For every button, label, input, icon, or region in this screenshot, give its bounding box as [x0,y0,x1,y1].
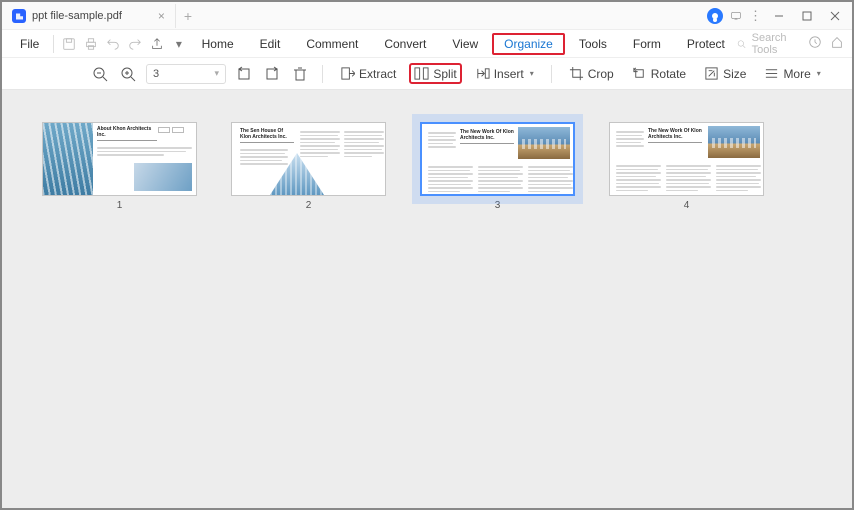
page-number-label: 2 [306,200,312,211]
feedback-icon[interactable] [729,9,743,23]
delete-icon[interactable] [290,64,310,84]
page-number-label: 1 [117,200,123,211]
rotate-left-icon[interactable] [234,64,254,84]
page-value: 3 [153,68,159,80]
more-button[interactable]: More ▾ [759,63,825,84]
page-number-label: 4 [684,200,690,211]
maximize-button[interactable] [796,5,818,27]
tab-edit[interactable]: Edit [248,33,293,55]
tab-view[interactable]: View [440,33,490,55]
split-icon [414,66,429,81]
tab-tools[interactable]: Tools [567,33,619,55]
rotate-button[interactable]: Rotate [627,63,691,84]
tab-home[interactable]: Home [190,33,246,55]
zoom-in-icon[interactable] [118,64,138,84]
user-avatar-icon[interactable] [707,8,723,24]
page-preview: The New Work Of Klon Architects Inc. [609,122,764,196]
page-thumbnail-2[interactable]: The Sen House Of Klon Architects Inc. 2 [231,122,386,211]
rotate-icon [632,66,647,81]
insert-icon [475,66,490,81]
page-preview: About Khon Architects Inc. [42,122,197,196]
page-preview: The Sen House Of Klon Architects Inc. [231,122,386,196]
undo-icon[interactable] [106,35,120,53]
search-placeholder: Search Tools [752,32,798,56]
page-thumbnail-1[interactable]: About Khon Architects Inc. 1 [42,122,197,211]
menu-tabs: Home Edit Comment Convert View Organize … [190,33,737,55]
tab-filename: ppt file-sample.pdf [32,10,122,22]
page-preview: The New Work Of Klon Architects Inc. [420,122,575,196]
rotate-right-icon[interactable] [262,64,282,84]
chevron-down-icon: ▾ [530,69,534,78]
tab-organize[interactable]: Organize [492,33,565,55]
separator [322,65,323,83]
separator [551,65,552,83]
more-icon [764,66,779,81]
file-menu[interactable]: File [10,37,49,51]
quick-toolbar-dropdown-icon[interactable]: ▾ [172,35,186,53]
tab-protect[interactable]: Protect [675,33,737,55]
page-thumbnail-4[interactable]: The New Work Of Klon Architects Inc. 4 [609,122,764,211]
split-button[interactable]: Split [409,63,461,84]
page-thumbnail-3[interactable]: The New Work Of Klon Architects Inc. 3 [420,122,575,211]
size-button[interactable]: Size [699,63,751,84]
close-window-button[interactable] [824,5,846,27]
search-tools[interactable]: Search Tools [737,32,798,56]
tab-form[interactable]: Form [621,33,673,55]
thumbnail-view: About Khon Architects Inc. 1 The Sen Hou… [2,90,852,508]
size-icon [704,66,719,81]
page-number-field[interactable]: 3 ▾ [146,64,226,84]
search-icon [737,38,746,50]
separator [53,35,54,53]
chevron-down-icon: ▾ [214,68,219,79]
extract-button[interactable]: Extract [335,63,401,84]
minimize-button[interactable] [768,5,790,27]
chevron-down-icon: ▾ [817,69,821,78]
pdf-icon [12,9,26,23]
close-tab-icon[interactable]: × [158,9,165,23]
tab-convert[interactable]: Convert [372,33,438,55]
document-tab[interactable]: ppt file-sample.pdf × [2,4,176,28]
print-icon[interactable] [84,35,98,53]
page-number-label: 3 [495,200,501,211]
more-menu-icon[interactable]: ⋮ [749,8,762,24]
share-icon[interactable] [150,35,164,53]
new-tab-button[interactable]: + [176,8,200,24]
zoom-out-icon[interactable] [90,64,110,84]
tab-comment[interactable]: Comment [294,33,370,55]
insert-button[interactable]: Insert ▾ [470,63,539,84]
crop-icon [569,66,584,81]
home-icon[interactable] [830,35,844,52]
crop-button[interactable]: Crop [564,63,619,84]
redo-icon[interactable] [128,35,142,53]
extract-icon [340,66,355,81]
save-icon[interactable] [62,35,76,53]
history-icon[interactable] [808,35,822,52]
